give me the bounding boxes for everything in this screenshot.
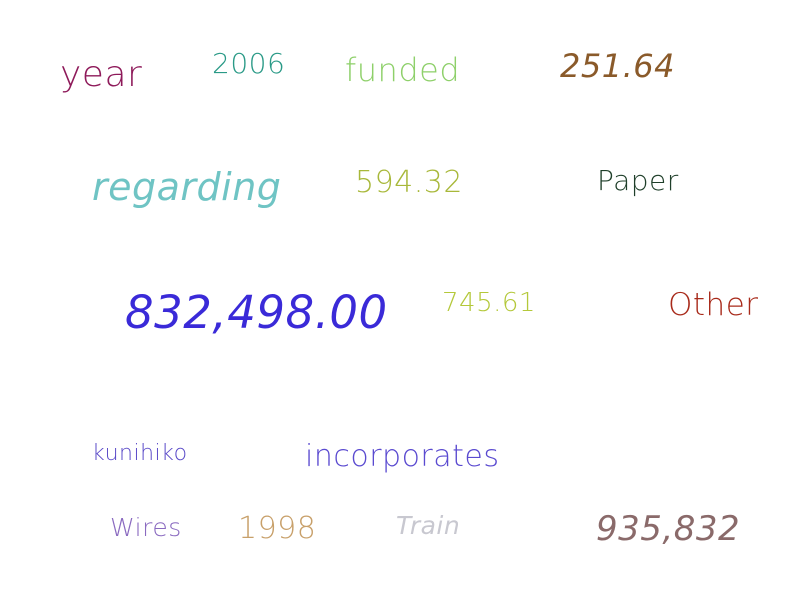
word-incorporates: incorporates	[305, 439, 500, 474]
word-935832: 935,832	[596, 509, 741, 549]
word-wires: Wires	[110, 513, 182, 542]
word-kunihiko: kunihiko	[92, 441, 188, 466]
word-regarding: regarding	[92, 165, 282, 209]
word-year: year	[60, 54, 143, 95]
word-other: Other	[668, 287, 759, 323]
word-train: Train	[396, 511, 461, 540]
word-832498: 832,498.00	[125, 286, 388, 339]
word-2006: 2006	[212, 47, 286, 80]
word-paper: Paper	[597, 164, 679, 197]
word-funded: funded	[345, 51, 461, 89]
word-745-61: 745.61	[442, 288, 536, 318]
word-594-32: 594.32	[355, 165, 463, 200]
word-1998: 1998	[238, 511, 317, 546]
word-canvas: year 2006 funded 251.64 regarding 594.32…	[0, 0, 800, 600]
word-251-64: 251.64	[560, 47, 675, 85]
